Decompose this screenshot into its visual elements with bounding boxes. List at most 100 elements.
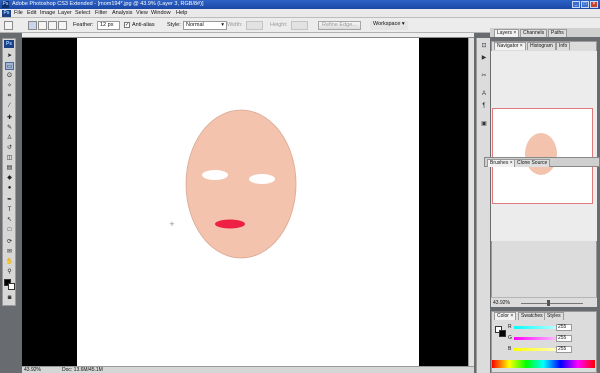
- pen-tool-icon[interactable]: ✒: [5, 196, 14, 204]
- tab-styles[interactable]: Styles: [544, 312, 564, 320]
- quick-mask-icon[interactable]: ◙: [5, 294, 14, 302]
- style-select[interactable]: Normal ▾: [183, 21, 227, 30]
- lips-shape: [215, 219, 245, 229]
- feather-input[interactable]: 12 px: [97, 21, 120, 30]
- tool-presets-panel-icon[interactable]: ✂: [480, 72, 488, 80]
- style-label: Style:: [167, 22, 181, 28]
- character-panel-icon[interactable]: A: [480, 90, 488, 98]
- green-value-input[interactable]: 255: [556, 335, 572, 342]
- workspace-button[interactable]: Workspace ▾: [370, 21, 408, 30]
- eraser-tool-icon[interactable]: ◫: [5, 154, 14, 162]
- healing-brush-tool-icon[interactable]: ✚: [5, 114, 14, 122]
- blue-value-input[interactable]: 255: [556, 346, 572, 353]
- panel-icon-strip: ⊡ ▶ ✂ A ¶ ▣: [476, 38, 490, 373]
- menu-file[interactable]: File: [14, 10, 23, 17]
- move-tool-icon[interactable]: ➤: [5, 52, 14, 60]
- feather-label: Feather:: [73, 22, 94, 28]
- quick-selection-tool-icon[interactable]: ✧: [5, 82, 14, 90]
- gradient-tool-icon[interactable]: ▤: [5, 164, 14, 172]
- brushes-panel-tabs: Brushes × Clone Source: [484, 157, 600, 167]
- title-bar: Ps Adobe Photoshop CS3 Extended - [mom19…: [0, 0, 600, 9]
- ps-badge-icon: Ps: [4, 40, 14, 48]
- color-spectrum-ramp[interactable]: [492, 360, 595, 368]
- green-label: G: [508, 335, 512, 341]
- crosshair-cursor-icon: +: [169, 220, 175, 228]
- navigator-zoom-bar: 43.92%: [491, 297, 597, 307]
- navigator-preview[interactable]: [492, 108, 593, 204]
- red-label: R: [508, 324, 512, 330]
- menu-window[interactable]: Window: [151, 10, 171, 17]
- menu-filter[interactable]: Filter: [95, 10, 107, 17]
- menu-select[interactable]: Select: [75, 10, 90, 17]
- menu-image[interactable]: Image: [40, 10, 55, 17]
- brush-tool-icon[interactable]: ✎: [5, 124, 14, 132]
- tab-info[interactable]: Info: [556, 42, 571, 50]
- antialias-label: Anti-alias: [132, 22, 155, 28]
- navigator-zoom-slider[interactable]: [521, 303, 583, 304]
- tab-swatches[interactable]: Swatches: [518, 312, 546, 320]
- tab-channels[interactable]: Channels: [520, 29, 548, 37]
- canvas[interactable]: +: [77, 38, 419, 368]
- 3d-rotate-tool-icon[interactable]: ⟳: [5, 238, 14, 246]
- blue-slider-row: B 255: [492, 346, 596, 354]
- tab-color[interactable]: Color ×: [494, 312, 517, 320]
- menu-analysis[interactable]: Analysis: [112, 10, 132, 17]
- navigator-zoom-slider-handle[interactable]: [547, 300, 550, 306]
- artwork: +: [169, 109, 297, 259]
- dodge-tool-icon[interactable]: ●: [5, 184, 14, 192]
- subtract-selection-icon[interactable]: [48, 21, 57, 30]
- navigator-thumbnail: [525, 133, 557, 175]
- chevron-down-icon: ▾: [221, 22, 224, 28]
- vertical-scrollbar[interactable]: [468, 38, 474, 366]
- zoom-level[interactable]: 43.92%: [24, 367, 41, 373]
- zoom-tool-icon[interactable]: ⚲: [5, 268, 14, 276]
- type-tool-icon[interactable]: T: [5, 206, 14, 214]
- refine-edge-button[interactable]: Refine Edge...: [318, 21, 361, 30]
- width-input[interactable]: [246, 21, 263, 30]
- minimize-button[interactable]: _: [572, 1, 580, 8]
- menu-help[interactable]: Help: [176, 10, 187, 17]
- status-bar: 43.92% Doc: 13.6M/45.1M: [22, 366, 474, 373]
- blur-tool-icon[interactable]: ◆: [5, 174, 14, 182]
- shape-tool-icon[interactable]: □: [5, 226, 14, 234]
- tab-paths[interactable]: Paths: [548, 29, 567, 37]
- menu-view[interactable]: View: [136, 10, 148, 17]
- tab-navigator[interactable]: Navigator ×: [494, 42, 526, 50]
- photoshop-app-icon: Ps: [2, 1, 9, 8]
- crop-tool-icon[interactable]: ⌗: [5, 92, 14, 100]
- tab-clone-source[interactable]: Clone Source: [514, 159, 551, 167]
- tab-histogram[interactable]: Histogram: [527, 42, 556, 50]
- thumbnail-face-shape: [525, 133, 557, 175]
- height-input[interactable]: [291, 21, 308, 30]
- width-label: Width:: [227, 22, 243, 28]
- history-panel-icon[interactable]: ⊡: [480, 42, 488, 50]
- layer-comps-panel-icon[interactable]: ▣: [480, 120, 488, 128]
- tab-brushes[interactable]: Brushes ×: [487, 159, 516, 167]
- height-label: Height:: [270, 22, 288, 28]
- menu-edit[interactable]: Edit: [27, 10, 36, 17]
- close-button[interactable]: ×: [590, 1, 598, 8]
- antialias-checkbox[interactable]: ✓: [124, 22, 130, 28]
- history-brush-tool-icon[interactable]: ↺: [5, 144, 14, 152]
- style-select-value: Normal: [186, 22, 204, 28]
- path-selection-tool-icon[interactable]: ↖: [5, 216, 14, 224]
- navigator-zoom-value[interactable]: 43.92%: [493, 300, 510, 306]
- hand-tool-icon[interactable]: ✋: [5, 258, 14, 266]
- eyedropper-tool-icon[interactable]: ⁄: [5, 102, 14, 110]
- notes-tool-icon[interactable]: ✉: [5, 248, 14, 256]
- actions-panel-icon[interactable]: ▶: [480, 54, 488, 62]
- background-color-swatch[interactable]: [8, 283, 15, 290]
- maximize-button[interactable]: □: [581, 1, 589, 8]
- menu-bar: Ps File Edit Image Layer Select Filter A…: [0, 9, 600, 18]
- add-selection-icon[interactable]: [38, 21, 47, 30]
- new-selection-icon[interactable]: [28, 21, 37, 30]
- menu-layer[interactable]: Layer: [58, 10, 72, 17]
- clone-stamp-tool-icon[interactable]: ♙: [5, 134, 14, 142]
- intersect-selection-icon[interactable]: [58, 21, 67, 30]
- lasso-tool-icon[interactable]: ʘ: [5, 72, 14, 80]
- marquee-tool-icon[interactable]: ▭: [5, 62, 14, 70]
- red-value-input[interactable]: 255: [556, 324, 572, 331]
- paragraph-panel-icon[interactable]: ¶: [480, 102, 488, 110]
- tab-layers[interactable]: Layers ×: [494, 29, 520, 37]
- marquee-tool-preset-icon[interactable]: [4, 21, 13, 30]
